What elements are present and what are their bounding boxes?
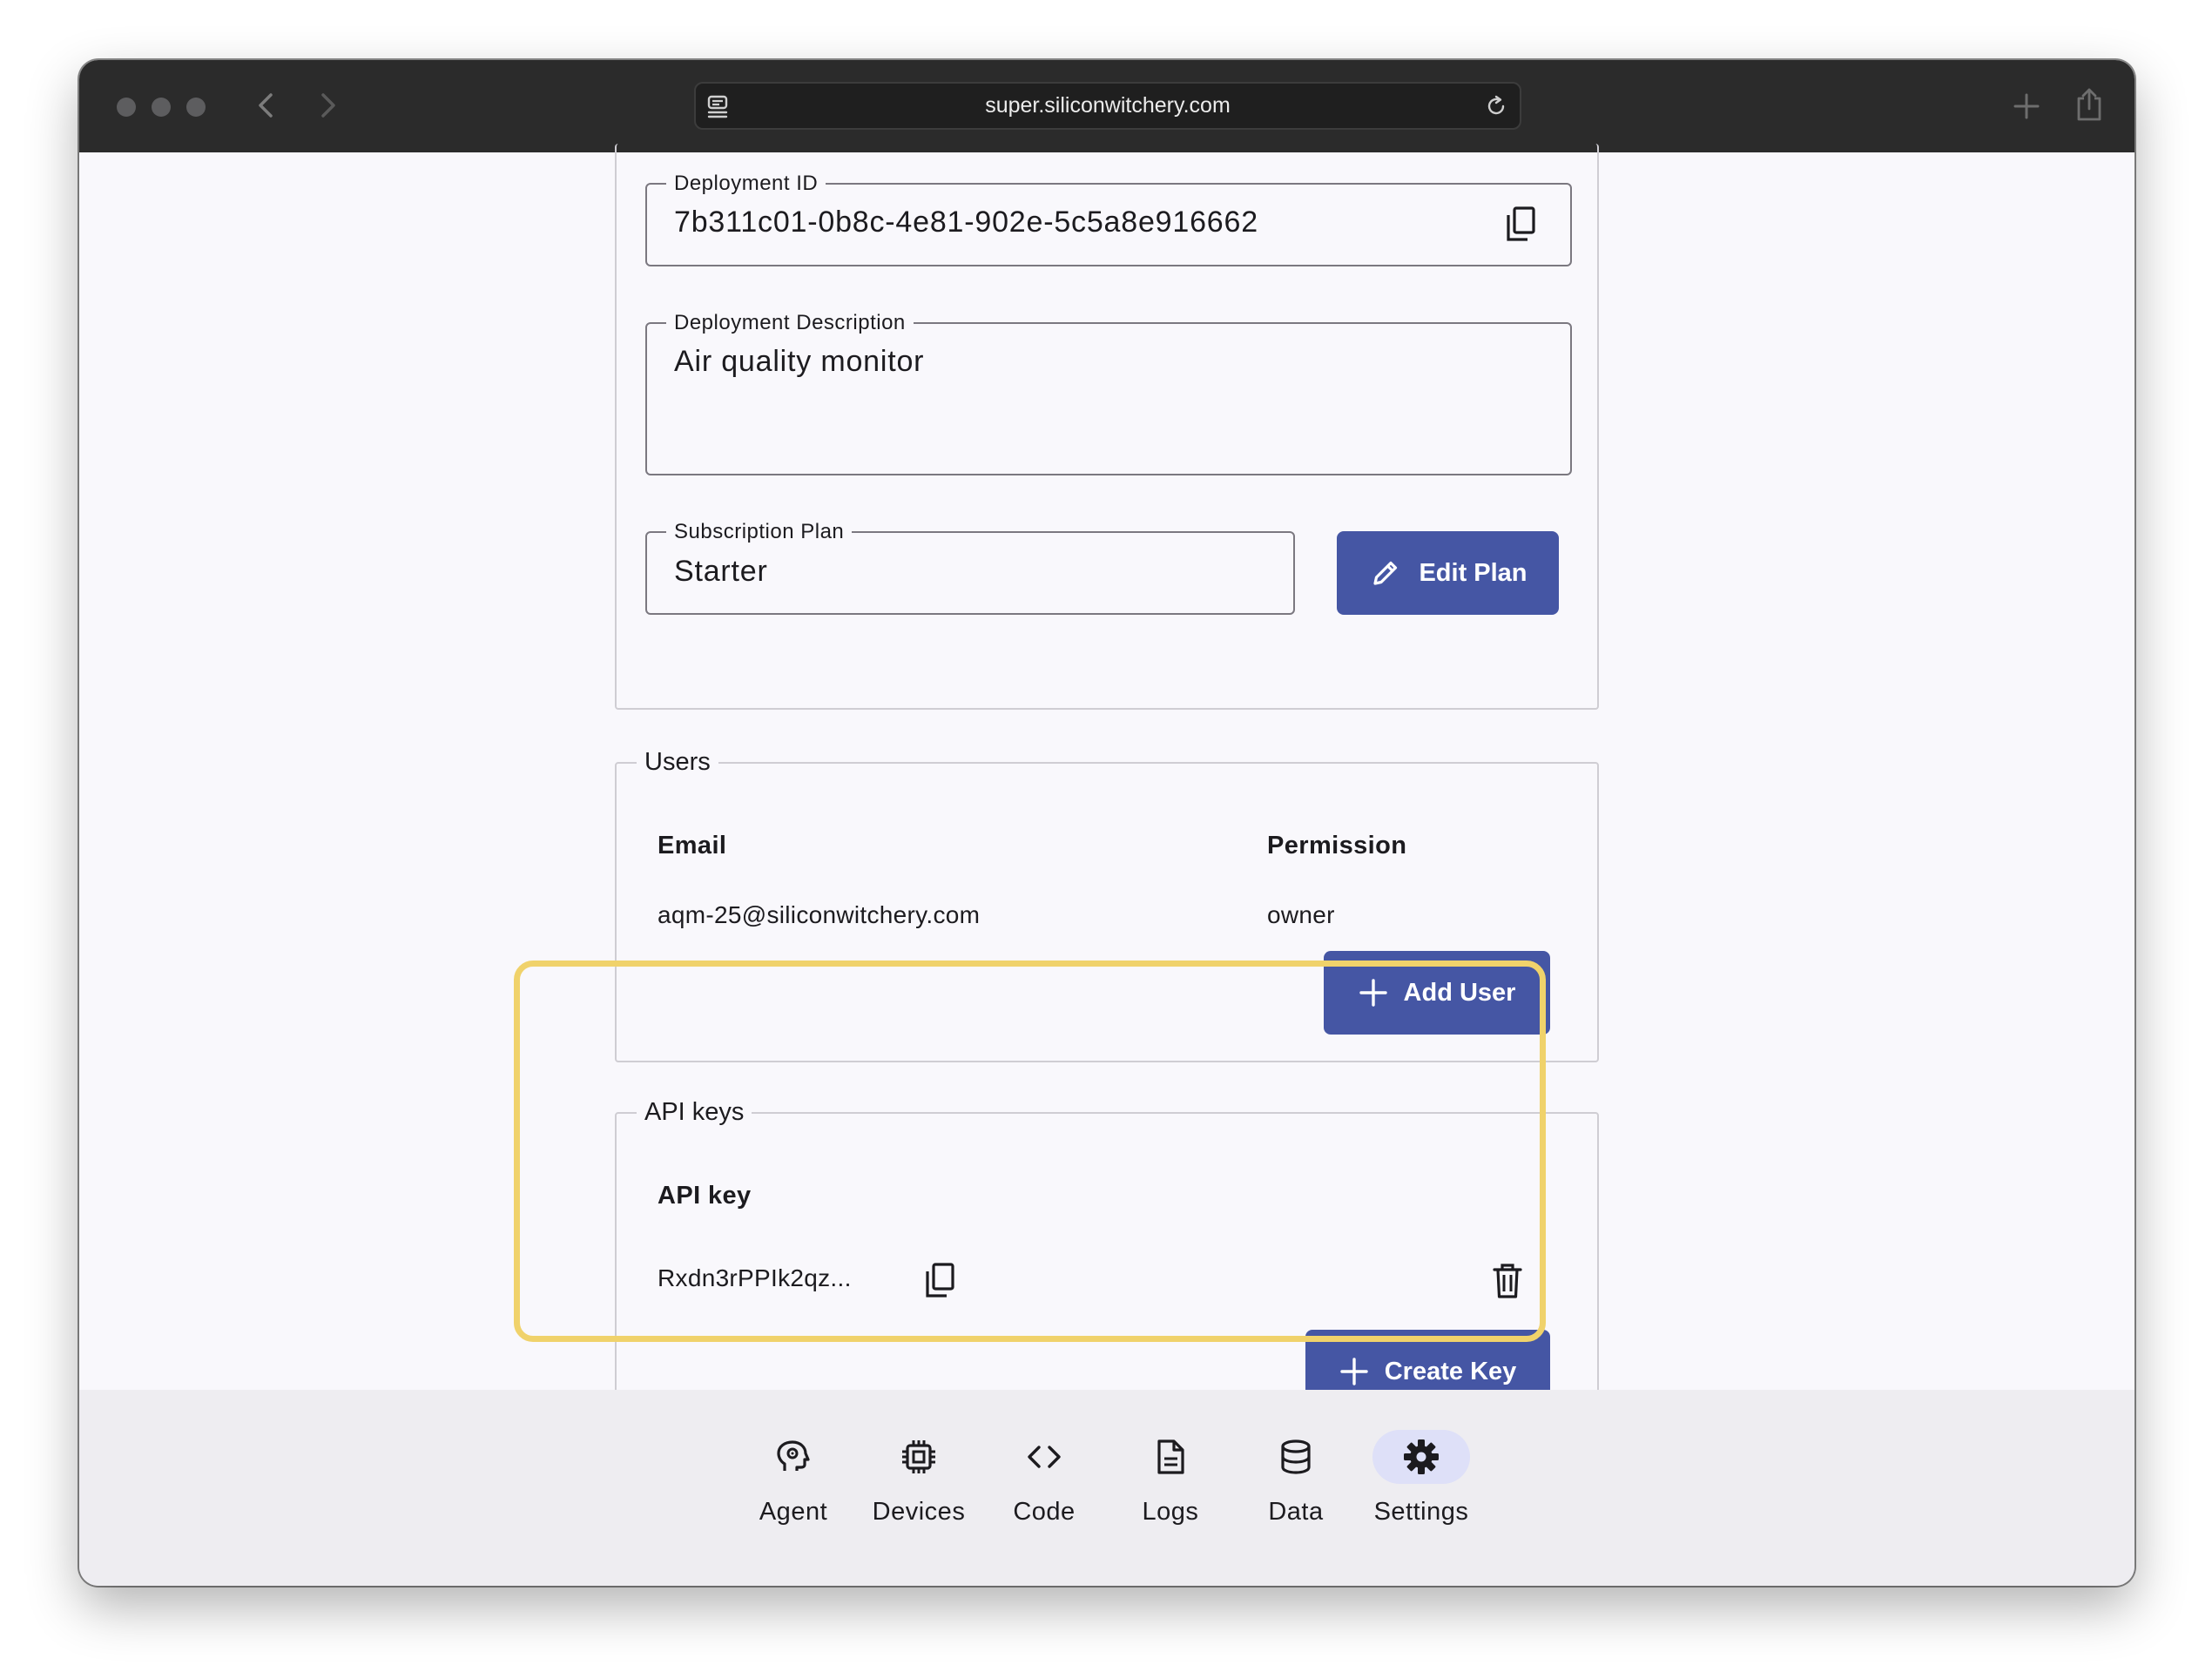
nav-devices-label: Devices [872,1498,966,1526]
document-icon [1157,1439,1184,1474]
bottom-navigation: Agent Devices Code Logs Data Settings [79,1390,2134,1586]
window-zoom-button[interactable] [186,98,206,117]
code-icon [1028,1446,1061,1468]
deployment-id-field[interactable]: Deployment ID 7b311c01-0b8c-4e81-902e-5c… [645,172,1572,266]
plus-icon [1340,1358,1368,1385]
nav-logs-label: Logs [1142,1498,1199,1526]
create-key-label: Create Key [1384,1357,1517,1385]
nav-code-label: Code [1013,1498,1076,1526]
browser-window: super.siliconwitchery.com Deployment ID … [79,60,2134,1586]
subscription-plan-field: Subscription Plan Starter [645,520,1295,615]
deployment-id-label: Deployment ID [666,172,826,196]
users-legend: Users [637,747,718,777]
database-icon [1281,1439,1311,1474]
agent-head-icon [777,1440,810,1471]
url-text[interactable]: super.siliconwitchery.com [696,84,1520,128]
deployment-description-field[interactable]: Deployment Description Air quality monit… [645,311,1572,475]
edit-plan-label: Edit Plan [1419,558,1527,587]
subscription-plan-label: Subscription Plan [666,520,853,544]
edit-plan-button[interactable]: Edit Plan [1337,531,1559,615]
user-permission: owner [1267,901,1335,928]
deployment-card: Deployment ID 7b311c01-0b8c-4e81-902e-5c… [615,144,1599,710]
share-icon[interactable] [2074,86,2105,123]
api-keys-highlight [514,961,1546,1342]
reload-icon[interactable] [1484,94,1508,118]
new-tab-icon[interactable] [2012,91,2041,121]
forward-arrow-icon[interactable] [310,88,345,123]
nav-data-label: Data [1268,1498,1324,1526]
deployment-id-value: 7b311c01-0b8c-4e81-902e-5c5a8e916662 [674,206,1258,239]
pencil-icon [1373,561,1398,585]
email-column-header: Email [658,832,727,859]
permission-column-header: Permission [1267,832,1407,859]
nav-settings-label: Settings [1373,1498,1469,1526]
back-arrow-icon[interactable] [249,88,284,123]
deployment-description-value[interactable]: Air quality monitor [674,345,924,379]
address-bar[interactable]: super.siliconwitchery.com [694,82,1521,130]
subscription-plan-value: Starter [674,555,768,588]
chip-icon [902,1440,935,1473]
user-email: aqm-25@siliconwitchery.com [658,901,981,928]
window-close-button[interactable] [117,98,136,117]
nav-settings-active-indicator [1372,1430,1470,1484]
browser-toolbar: super.siliconwitchery.com [79,60,2134,152]
copy-icon[interactable] [1503,206,1538,244]
nav-agent-label: Agent [759,1498,828,1526]
deployment-description-label: Deployment Description [666,311,914,335]
window-minimize-button[interactable] [152,98,171,117]
gear-icon [1404,1439,1439,1474]
